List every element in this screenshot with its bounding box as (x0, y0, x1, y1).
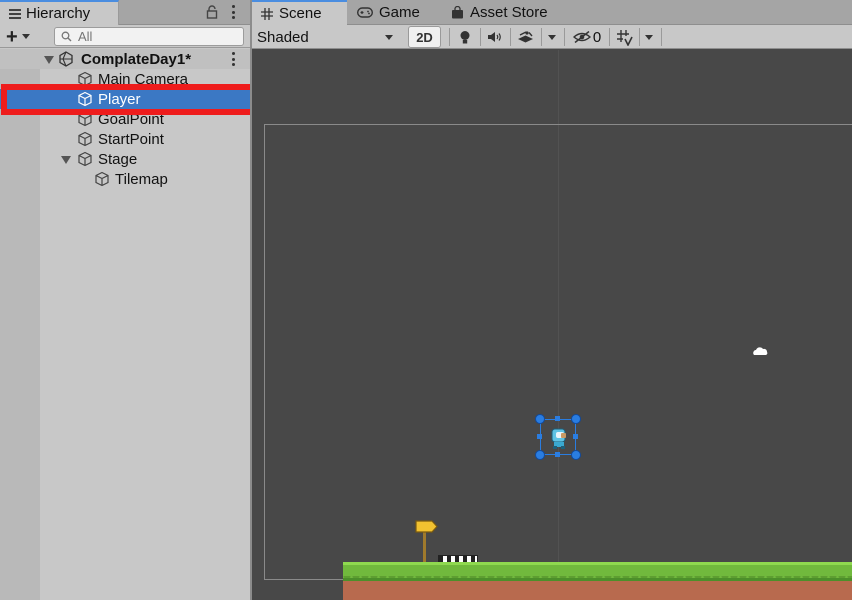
hierarchy-item-goalpoint[interactable]: GoalPoint (0, 109, 250, 129)
hierarchy-tree: ComplateDay1* Main Camera Player GoalPoi… (0, 49, 250, 600)
toolbar-divider (609, 28, 610, 46)
hierarchy-item-startpoint[interactable]: StartPoint (0, 129, 250, 149)
hierarchy-item-label: StartPoint (98, 130, 164, 148)
audio-toggle[interactable] (484, 27, 506, 47)
foldout-arrow-icon[interactable] (61, 156, 71, 164)
tab-scene[interactable]: Scene (252, 0, 347, 25)
toolbar-divider (480, 28, 481, 46)
hierarchy-toolbar: + (0, 25, 250, 48)
more-options-icon[interactable] (228, 4, 238, 20)
lightbulb-icon (460, 30, 470, 43)
tab-scene-label: Scene (279, 5, 322, 22)
resize-handle-top-left[interactable] (535, 414, 545, 424)
gameobject-cube-icon (78, 131, 92, 147)
effects-dropdown[interactable] (546, 27, 558, 47)
player-sprite[interactable] (548, 426, 570, 450)
toolbar-divider (510, 28, 511, 46)
tilemap-ground[interactable] (343, 562, 852, 600)
shading-mode-value: Shaded (257, 28, 309, 46)
speaker-icon (488, 32, 501, 42)
chevron-down-icon (548, 34, 556, 40)
toolbar-divider (449, 28, 450, 46)
shopping-bag-icon (452, 6, 463, 19)
scene-more-options-icon[interactable] (232, 52, 236, 66)
hierarchy-tab-bar: Hierarchy (0, 0, 250, 25)
gameobject-cube-icon (95, 171, 109, 187)
hierarchy-item-label: Main Camera (98, 70, 189, 88)
scene-tab-bar: Scene Game Asset Store (252, 0, 852, 25)
tilemap-dirt (343, 578, 852, 600)
hierarchy-item-label: Player (98, 90, 141, 108)
chevron-down-icon (645, 34, 653, 40)
tab-game-label: Game (379, 4, 420, 21)
resize-handle-top[interactable] (555, 416, 560, 421)
tab-hierarchy[interactable]: Hierarchy (0, 0, 119, 25)
grid-snap-dropdown[interactable] (643, 27, 655, 47)
chevron-down-icon (21, 34, 30, 39)
hierarchy-item-main-camera[interactable]: Main Camera (0, 69, 250, 89)
scene-viewport[interactable] (252, 50, 852, 600)
effects-toggle[interactable] (514, 27, 536, 47)
toolbar-divider (661, 28, 662, 46)
resize-handle-bottom[interactable] (555, 452, 560, 457)
scene-panel: Scene Game Asset Store Shaded 2D 0 (252, 0, 852, 600)
hierarchy-item-label: Stage (98, 150, 138, 168)
resize-handle-bottom-left[interactable] (535, 450, 545, 460)
player-rect-transform-gizmo[interactable] (535, 414, 581, 460)
toolbar-divider (564, 28, 565, 46)
scene-root-row[interactable]: ComplateDay1* (0, 49, 250, 69)
hierarchy-item-label: GoalPoint (98, 110, 164, 128)
list-icon (9, 8, 21, 19)
hierarchy-item-stage[interactable]: Stage (0, 149, 250, 169)
tab-game[interactable]: Game (348, 0, 440, 25)
hidden-objects-count: 0 (592, 28, 602, 46)
tilemap-grass (343, 562, 852, 582)
resize-handle-left[interactable] (537, 434, 542, 439)
lock-icon[interactable] (206, 5, 218, 19)
create-button[interactable]: + (6, 25, 42, 48)
hierarchy-item-label: Tilemap (115, 170, 168, 188)
cloud-sprite[interactable] (752, 346, 769, 357)
2d-mode-toggle[interactable]: 2D (408, 26, 441, 48)
tab-hierarchy-label: Hierarchy (26, 5, 91, 22)
unity-scene-icon (59, 51, 73, 67)
scene-toolbar: Shaded 2D 0 (252, 25, 852, 49)
gameobject-cube-icon (78, 111, 92, 127)
hierarchy-search-input[interactable] (78, 29, 228, 44)
gameobject-cube-icon (78, 151, 92, 167)
resize-handle-top-right[interactable] (571, 414, 581, 424)
grid-snap-toggle[interactable] (613, 27, 635, 47)
hierarchy-panel: Hierarchy + All ComplateDay1* Main Camer… (0, 0, 250, 600)
hierarchy-item-player[interactable]: Player (0, 89, 250, 109)
toolbar-divider (541, 28, 542, 46)
lighting-toggle[interactable] (454, 27, 476, 47)
chevron-down-icon (385, 34, 393, 40)
hidden-objects-toggle[interactable]: 0 (569, 27, 605, 47)
foldout-arrow-icon[interactable] (44, 56, 54, 64)
hierarchy-search-field[interactable] (54, 27, 244, 46)
tab-asset-store-label: Asset Store (470, 4, 548, 21)
eye-slash-icon (572, 31, 591, 43)
tab-asset-store[interactable]: Asset Store (442, 0, 564, 25)
hierarchy-item-tilemap[interactable]: Tilemap (0, 169, 250, 189)
toolbar-divider (639, 28, 640, 46)
search-icon (61, 31, 72, 42)
resize-handle-bottom-right[interactable] (571, 450, 581, 460)
gameobject-cube-icon (78, 71, 92, 87)
grid-snap-icon (616, 29, 633, 46)
shading-mode-dropdown[interactable]: Shaded (255, 27, 401, 47)
scene-root-label: ComplateDay1* (81, 50, 192, 68)
resize-handle-right[interactable] (573, 434, 578, 439)
gamepad-icon (357, 7, 373, 18)
plus-icon: + (6, 25, 18, 48)
layers-icon (517, 30, 533, 42)
grid-icon (261, 7, 273, 20)
gameobject-cube-icon (78, 91, 92, 107)
